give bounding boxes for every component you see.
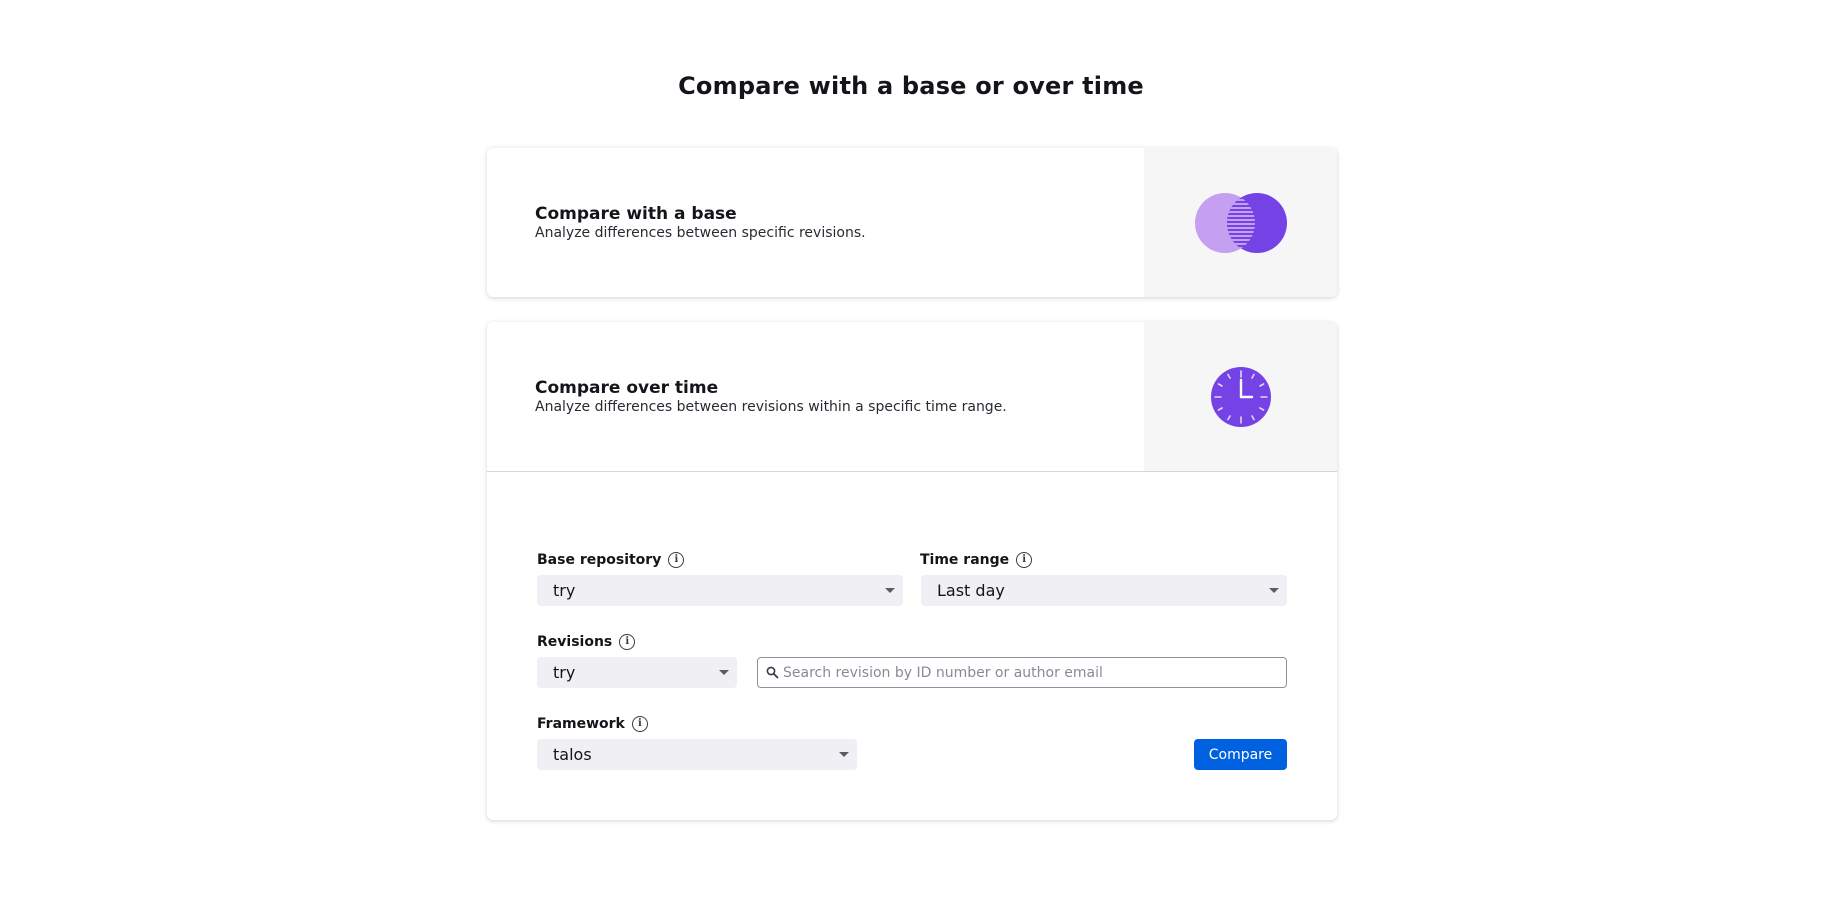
compare-over-time-card: Compare over time Analyze differences be… — [487, 322, 1337, 820]
clock-icon — [1210, 366, 1271, 427]
chevron-down-icon — [719, 670, 729, 675]
compare-over-time-subtitle: Analyze differences between revisions wi… — [535, 399, 1007, 415]
time-range-select[interactable]: Last day — [921, 575, 1287, 606]
compare-with-base-card[interactable]: Compare with a base Analyze differences … — [487, 148, 1337, 297]
framework-value: talos — [553, 745, 592, 764]
page-title: Compare with a base or over time — [678, 72, 1144, 100]
compare-over-time-form: Base repository i try Time range i Last … — [487, 472, 1337, 820]
revisions-label: Revisions i — [537, 634, 636, 650]
revision-search-box[interactable] — [757, 657, 1287, 688]
time-range-label-text: Time range — [920, 552, 1010, 568]
compare-with-base-illustration — [1144, 148, 1337, 297]
chevron-down-icon — [1269, 588, 1279, 593]
compare-over-time-illustration — [1144, 322, 1337, 471]
revisions-repository-value: try — [553, 663, 576, 682]
framework-info-icon[interactable]: i — [631, 716, 648, 732]
base-repository-label-text: Base repository — [537, 552, 662, 568]
revisions-label-text: Revisions — [537, 634, 613, 650]
time-range-value: Last day — [937, 581, 1005, 600]
compare-over-time-text: Compare over time Analyze differences be… — [535, 378, 1007, 416]
base-repository-info-icon[interactable]: i — [668, 552, 685, 568]
framework-label: Framework i — [537, 716, 648, 732]
compare-with-base-text: Compare with a base Analyze differences … — [535, 204, 866, 242]
compare-with-base-subtitle: Analyze differences between specific rev… — [535, 225, 866, 241]
chevron-down-icon — [885, 588, 895, 593]
framework-label-text: Framework — [537, 716, 625, 732]
compare-over-time-header[interactable]: Compare over time Analyze differences be… — [487, 322, 1337, 471]
revision-search-input[interactable] — [779, 663, 1286, 682]
chevron-down-icon — [839, 752, 849, 757]
search-icon — [766, 666, 779, 679]
base-repository-value: try — [553, 581, 576, 600]
framework-select[interactable]: talos — [537, 739, 857, 770]
compare-with-base-header[interactable]: Compare with a base Analyze differences … — [487, 148, 1337, 297]
time-range-label: Time range i — [920, 552, 1033, 568]
base-repository-label: Base repository i — [537, 552, 685, 568]
compare-over-time-title: Compare over time — [535, 378, 719, 398]
compare-with-base-title: Compare with a base — [535, 204, 737, 224]
compare-button[interactable]: Compare — [1194, 739, 1287, 770]
time-range-info-icon[interactable]: i — [1016, 552, 1033, 568]
base-repository-select[interactable]: try — [537, 575, 903, 606]
revisions-repository-select[interactable]: try — [537, 657, 737, 688]
revisions-info-icon[interactable]: i — [619, 634, 636, 650]
overlapping-circles-icon — [1194, 192, 1287, 253]
